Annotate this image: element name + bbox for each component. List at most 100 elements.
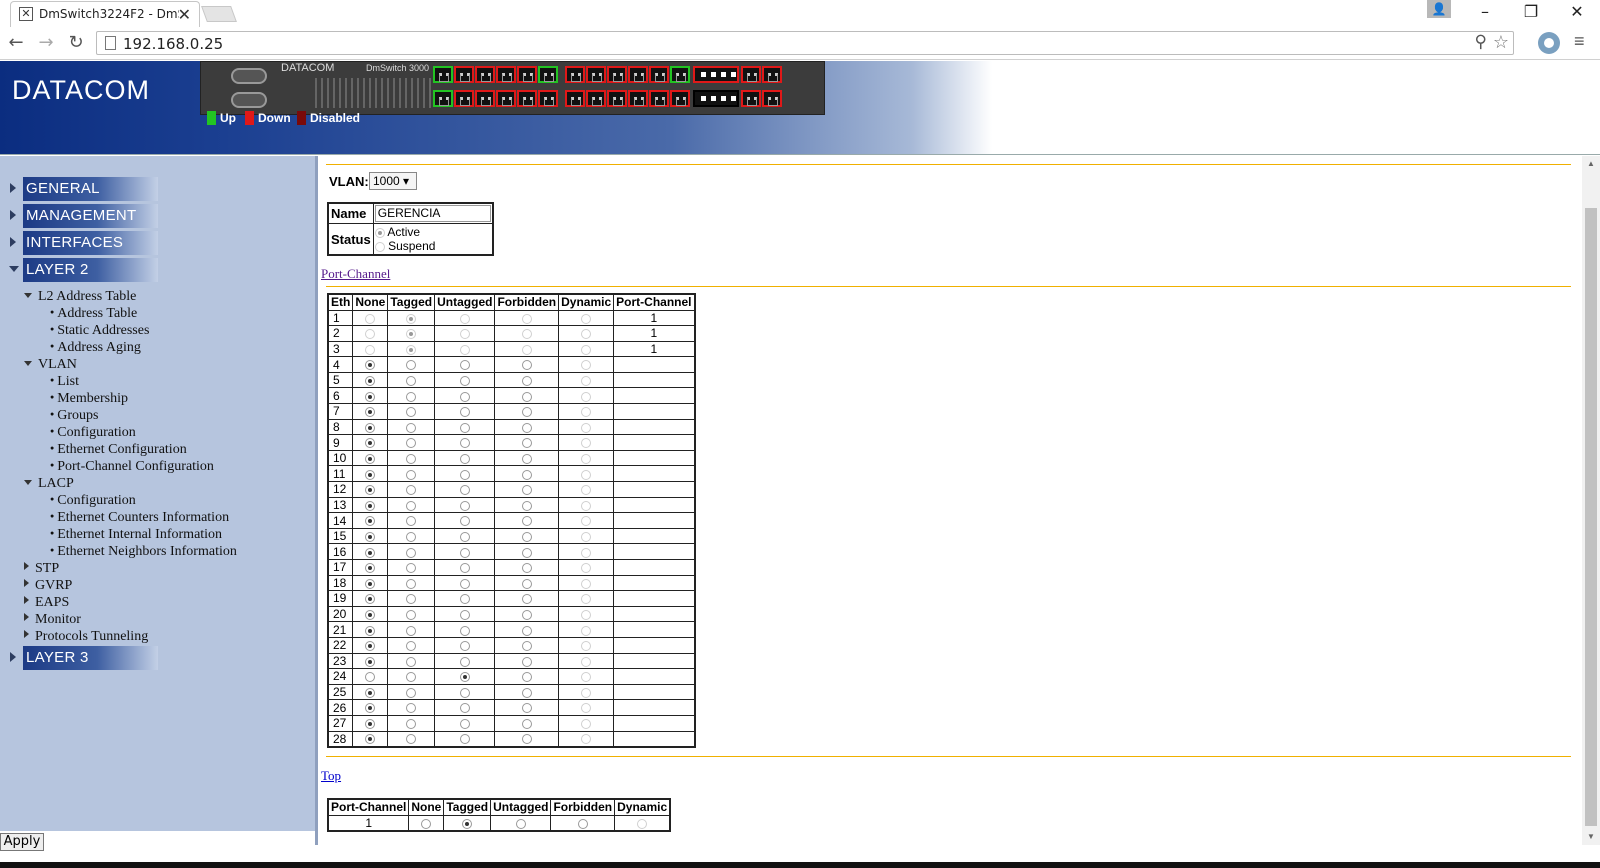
forward-icon[interactable]: → [34, 31, 58, 55]
dynamic-radio[interactable] [581, 719, 592, 730]
zoom-icon[interactable]: ⚲ [1475, 32, 1487, 52]
restore-icon[interactable]: ❐ [1508, 0, 1554, 24]
tagged-radio[interactable] [406, 672, 417, 683]
ethernet-port-up-icon[interactable] [433, 90, 453, 107]
tagged-radio[interactable] [406, 594, 417, 605]
forbidden-radio[interactable] [521, 609, 532, 620]
ethernet-port-down-icon[interactable] [565, 90, 585, 107]
ethernet-port-down-icon[interactable] [475, 66, 495, 83]
tree-lacp-configuration[interactable]: Configuration [50, 493, 136, 509]
sidebar-section-general[interactable]: GENERAL [10, 177, 158, 201]
forbidden-radio[interactable] [521, 376, 532, 386]
untagged-radio[interactable] [459, 516, 470, 527]
forbidden-radio[interactable] [521, 656, 532, 667]
tagged-radio[interactable] [462, 818, 473, 829]
new-tab-button[interactable] [201, 6, 237, 22]
forbidden-radio[interactable] [521, 531, 532, 542]
none-radio[interactable] [365, 641, 376, 652]
tagged-radio[interactable] [406, 547, 417, 558]
tagged-radio[interactable] [406, 687, 417, 698]
untagged-radio[interactable] [459, 594, 470, 605]
dynamic-radio[interactable] [581, 360, 592, 371]
tagged-radio[interactable] [406, 656, 417, 667]
untagged-radio[interactable] [459, 453, 470, 464]
forbidden-radio[interactable] [521, 313, 532, 324]
tagged-radio[interactable] [406, 641, 417, 652]
untagged-radio[interactable] [459, 422, 470, 433]
untagged-radio[interactable] [459, 469, 470, 480]
untagged-radio[interactable] [459, 578, 470, 589]
none-radio[interactable] [365, 703, 376, 714]
ethernet-port-down-icon[interactable] [607, 66, 627, 83]
tagged-radio[interactable] [406, 563, 417, 574]
minimize-icon[interactable]: – [1462, 0, 1508, 24]
tree-address-table[interactable]: Address Table [50, 306, 137, 322]
dynamic-radio[interactable] [581, 563, 592, 574]
ethernet-port-down-icon[interactable] [762, 66, 782, 83]
sidebar-section-management[interactable]: MANAGEMENT [10, 204, 158, 228]
forbidden-radio[interactable] [521, 625, 532, 636]
ethernet-port-down-icon[interactable] [586, 90, 606, 107]
apply-button[interactable]: Apply [0, 833, 44, 851]
none-radio[interactable] [365, 734, 376, 745]
none-radio[interactable] [365, 516, 376, 527]
tree-lacp[interactable]: LACP [24, 476, 74, 492]
tagged-radio[interactable] [406, 531, 417, 542]
browser-menu-icon[interactable]: ≡ [1574, 31, 1585, 52]
tree-vlan[interactable]: VLAN [24, 357, 77, 373]
ethernet-port-up-icon[interactable] [670, 66, 690, 83]
tree-ethernet-internal[interactable]: Ethernet Internal Information [50, 527, 222, 543]
ethernet-port-down-icon[interactable] [454, 66, 474, 83]
forbidden-radio[interactable] [521, 547, 532, 558]
status-active-option[interactable]: Active [374, 225, 491, 239]
none-radio[interactable] [365, 469, 376, 480]
forbidden-radio[interactable] [521, 516, 532, 527]
dynamic-radio[interactable] [581, 531, 592, 542]
ethernet-port-down-icon[interactable] [517, 90, 537, 107]
dynamic-radio[interactable] [581, 687, 592, 698]
ethernet-port-down-icon[interactable] [517, 66, 537, 83]
tagged-radio[interactable] [406, 407, 417, 418]
ethernet-port-down-icon[interactable] [649, 90, 669, 107]
dynamic-radio[interactable] [581, 500, 592, 511]
none-radio[interactable] [365, 391, 376, 402]
dynamic-radio[interactable] [581, 516, 592, 527]
tagged-radio[interactable] [406, 609, 417, 620]
status-suspend-option[interactable]: Suspend [374, 239, 491, 253]
untagged-radio[interactable] [459, 438, 470, 449]
untagged-radio[interactable] [459, 344, 470, 355]
ethernet-port-down-icon[interactable] [607, 90, 627, 107]
untagged-radio[interactable] [459, 360, 470, 371]
bookmark-star-icon[interactable]: ☆ [1493, 32, 1509, 53]
untagged-radio[interactable] [459, 485, 470, 496]
scroll-up-icon[interactable]: ▲ [1587, 159, 1595, 168]
tagged-radio[interactable] [406, 703, 417, 714]
tree-eaps[interactable]: EAPS [24, 595, 69, 611]
untagged-radio[interactable] [459, 687, 470, 698]
tagged-radio[interactable] [406, 360, 417, 371]
vertical-scrollbar[interactable]: ▲ ▼ [1582, 156, 1600, 845]
tree-vlan-list[interactable]: List [50, 374, 79, 390]
none-radio[interactable] [365, 578, 376, 589]
none-radio[interactable] [421, 818, 432, 829]
none-radio[interactable] [365, 719, 376, 730]
sfp-port-icon[interactable] [693, 90, 739, 107]
untagged-radio[interactable] [515, 818, 526, 829]
ethernet-port-down-icon[interactable] [475, 90, 495, 107]
forbidden-radio[interactable] [521, 594, 532, 605]
dynamic-radio[interactable] [581, 329, 592, 340]
none-radio[interactable] [365, 453, 376, 464]
back-icon[interactable]: ← [4, 31, 28, 55]
ethernet-port-up-icon[interactable] [538, 66, 558, 83]
forbidden-radio[interactable] [521, 500, 532, 511]
tree-ethernet-counters[interactable]: Ethernet Counters Information [50, 510, 229, 526]
reload-icon[interactable]: ↻ [64, 31, 88, 55]
dynamic-radio[interactable] [581, 469, 592, 480]
untagged-radio[interactable] [459, 719, 470, 730]
tagged-radio[interactable] [406, 391, 417, 402]
forbidden-radio[interactable] [521, 422, 532, 433]
ethernet-port-down-icon[interactable] [586, 66, 606, 83]
tagged-radio[interactable] [406, 438, 417, 449]
tab-close-icon[interactable]: ✕ [178, 5, 191, 24]
dynamic-radio[interactable] [581, 547, 592, 558]
